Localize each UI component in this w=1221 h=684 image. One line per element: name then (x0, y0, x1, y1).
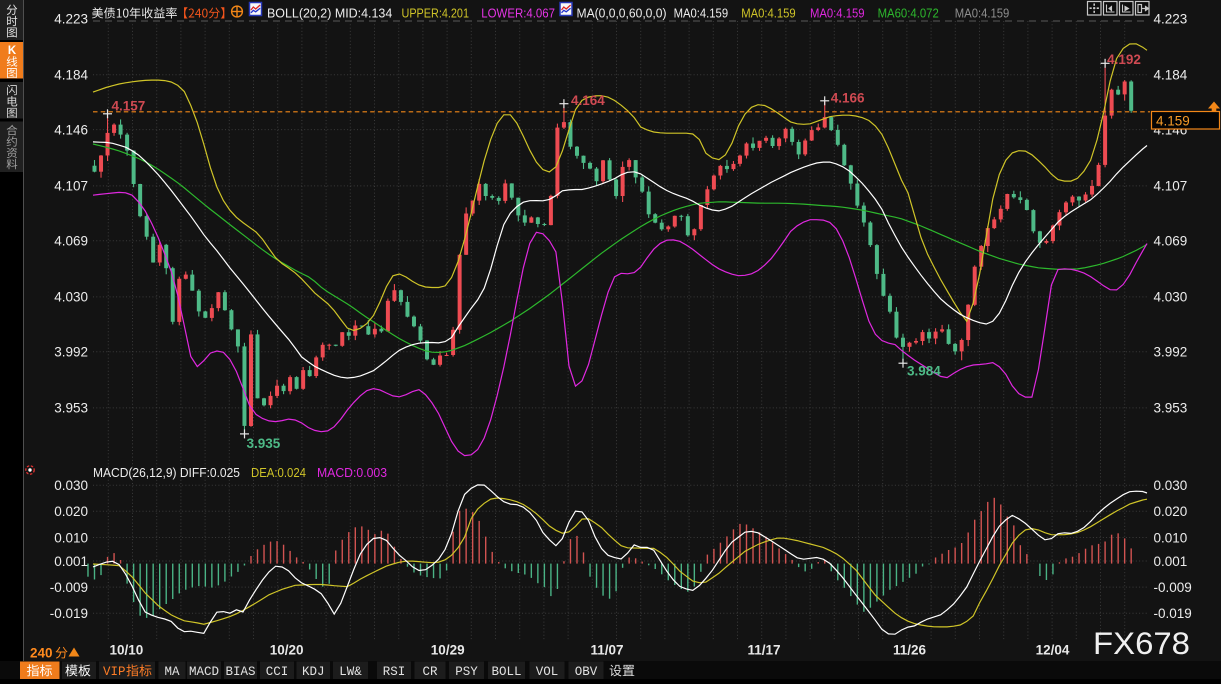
svg-text:0.030: 0.030 (1154, 478, 1188, 493)
svg-text:MA60:4.072: MA60:4.072 (878, 6, 939, 21)
svg-text:3.984: 3.984 (907, 364, 941, 379)
svg-text:4.030: 4.030 (54, 290, 88, 305)
svg-text:10/20: 10/20 (270, 643, 304, 658)
svg-text:3.953: 3.953 (54, 401, 88, 416)
svg-text:-0.019: -0.019 (1154, 606, 1192, 621)
svg-text:4.146: 4.146 (54, 122, 88, 137)
svg-text:4.184: 4.184 (1154, 68, 1188, 83)
svg-text:BOLL(20,2) MID:4.134: BOLL(20,2) MID:4.134 (267, 6, 392, 21)
svg-text:MACD(26,12,9) DIFF:0.025: MACD(26,12,9) DIFF:0.025 (93, 465, 240, 480)
svg-text:3.935: 3.935 (246, 436, 280, 451)
svg-text:4.184: 4.184 (54, 68, 88, 83)
svg-text:12/04: 12/04 (1036, 643, 1070, 658)
svg-text:VOL: VOL (536, 665, 559, 679)
svg-text:LOWER:4.067: LOWER:4.067 (481, 6, 555, 21)
svg-text:4.069: 4.069 (54, 233, 88, 248)
svg-text:OBV: OBV (575, 665, 598, 679)
svg-text:0.030: 0.030 (54, 478, 88, 493)
svg-text:4.157: 4.157 (112, 98, 146, 113)
svg-text:11/17: 11/17 (747, 643, 780, 658)
svg-text:-0.019: -0.019 (50, 606, 88, 621)
svg-text:4.223: 4.223 (54, 11, 88, 26)
svg-text:-0.009: -0.009 (50, 580, 88, 595)
svg-text:MACD: MACD (189, 665, 219, 679)
svg-text:MA(0,0,0,60,0,0): MA(0,0,0,60,0,0) (577, 6, 667, 21)
svg-text:10/10: 10/10 (110, 643, 144, 658)
svg-text:3.992: 3.992 (54, 344, 88, 359)
svg-text:MA: MA (164, 665, 180, 679)
svg-text:3.953: 3.953 (1154, 401, 1188, 416)
svg-text:3.992: 3.992 (1154, 344, 1188, 359)
svg-text:4.166: 4.166 (831, 91, 865, 106)
svg-text:BIAS: BIAS (225, 665, 255, 679)
svg-text:0.010: 0.010 (1154, 530, 1188, 545)
svg-text:K: K (8, 45, 17, 57)
svg-text:4.223: 4.223 (1154, 11, 1188, 26)
svg-text:CR: CR (422, 665, 438, 679)
svg-text:LW&: LW& (339, 665, 362, 679)
svg-text:UPPER:4.201: UPPER:4.201 (402, 6, 470, 21)
svg-text:4.159: 4.159 (1156, 113, 1190, 128)
svg-text:MA0:4.159: MA0:4.159 (741, 6, 796, 21)
svg-text:-0.009: -0.009 (1154, 580, 1192, 595)
svg-text:4.164: 4.164 (571, 93, 605, 108)
svg-text:10/29: 10/29 (431, 643, 465, 658)
svg-text:MACD:0.003: MACD:0.003 (317, 465, 387, 480)
svg-text:11/26: 11/26 (893, 643, 927, 658)
svg-text:PSY: PSY (455, 665, 478, 679)
svg-text:RSI: RSI (383, 665, 406, 679)
svg-text:DEA:0.024: DEA:0.024 (251, 465, 306, 480)
svg-text:0.001: 0.001 (1154, 554, 1188, 569)
svg-text:0.020: 0.020 (54, 504, 88, 519)
svg-text:BOLL: BOLL (491, 665, 521, 679)
svg-text:4.192: 4.192 (1107, 52, 1141, 67)
svg-text:MA0:4.159: MA0:4.159 (955, 6, 1010, 21)
svg-text:4.107: 4.107 (1154, 179, 1188, 194)
svg-text:4.069: 4.069 (1154, 233, 1188, 248)
svg-text:11/07: 11/07 (590, 643, 623, 658)
svg-text:0.010: 0.010 (54, 530, 88, 545)
svg-text:MA0:4.159: MA0:4.159 (674, 6, 729, 21)
svg-text:240: 240 (30, 646, 53, 661)
svg-text:0.020: 0.020 (1154, 504, 1188, 519)
svg-text:VIP: VIP (103, 665, 126, 679)
svg-text:4.030: 4.030 (1154, 290, 1188, 305)
svg-text:KDJ: KDJ (302, 665, 325, 679)
svg-text:MA0:4.159: MA0:4.159 (810, 6, 865, 21)
svg-text:FX678: FX678 (1093, 625, 1190, 661)
svg-text:4.107: 4.107 (54, 179, 88, 194)
svg-text:0.001: 0.001 (54, 554, 88, 569)
svg-text:CCI: CCI (266, 665, 289, 679)
